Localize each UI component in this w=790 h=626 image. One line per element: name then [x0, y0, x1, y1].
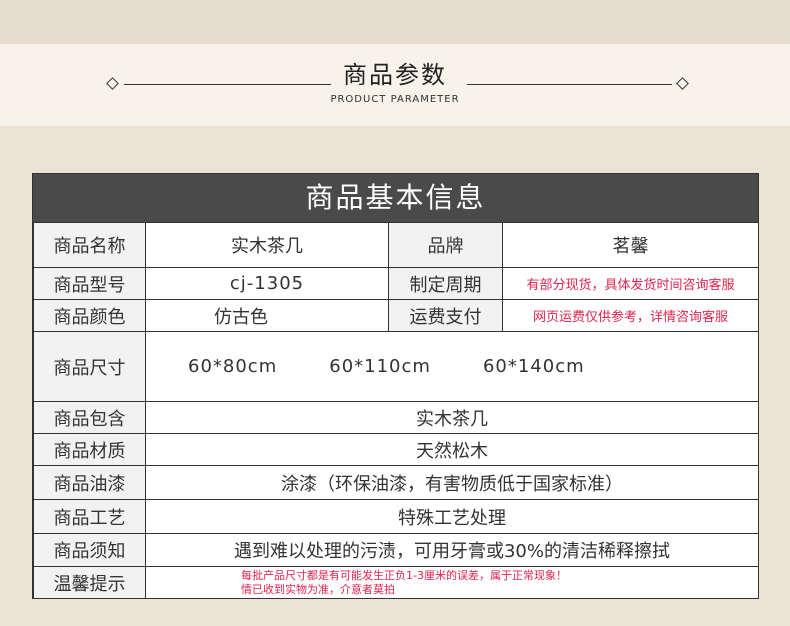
section-title: 商品参数 PRODUCT PARAMETER	[0, 60, 790, 106]
package-label: 商品包含	[33, 401, 146, 434]
model-value: cj-1305	[145, 267, 389, 300]
cycle-label: 制定周期	[388, 267, 503, 300]
name-value: 实木茶几	[145, 222, 389, 268]
name-label: 商品名称	[33, 222, 146, 268]
material-value: 天然松木	[145, 433, 759, 466]
table-row: 商品型号 cj-1305 制定周期 有部分现货，具体发货时间咨询客服	[33, 267, 759, 300]
cycle-value: 有部分现货，具体发货时间咨询客服	[502, 267, 759, 300]
table-row: 商品尺寸 60*80cm 60*110cm 60*140cm	[33, 331, 759, 402]
freight-label: 运费支付	[388, 299, 503, 332]
top-band	[0, 0, 790, 44]
size-option: 60*110cm	[329, 356, 431, 377]
material-label: 商品材质	[33, 433, 146, 466]
craft-value: 特殊工艺处理	[145, 499, 759, 534]
tip-value: 每批产品尺寸都是有可能发生正负1-3厘米的误差，属于正常现象！ 情已收到实物为准…	[145, 566, 759, 599]
size-option: 60*140cm	[482, 356, 585, 377]
section-title-en: PRODUCT PARAMETER	[330, 94, 460, 105]
model-label: 商品型号	[33, 267, 146, 300]
table-row: 商品包含 实木茶几	[33, 401, 759, 434]
size-values: 60*80cm 60*110cm 60*140cm	[145, 331, 759, 402]
section-title-cn: 商品参数	[343, 61, 447, 89]
table-row: 商品工艺 特殊工艺处理	[33, 499, 759, 534]
notice-value: 遇到难以处理的污渍，可用牙膏或30%的清洁稀释擦拭	[145, 533, 759, 567]
package-value: 实木茶几	[145, 401, 759, 434]
table-row: 温馨提示 每批产品尺寸都是有可能发生正负1-3厘米的误差，属于正常现象！ 情已收…	[33, 566, 759, 599]
color-value: 仿古色	[145, 299, 389, 332]
size-label: 商品尺寸	[33, 331, 146, 402]
color-label: 商品颜色	[33, 299, 146, 332]
freight-value: 网页运费仅供参考，详情咨询客服	[502, 299, 759, 332]
notice-label: 商品须知	[33, 533, 146, 567]
paint-value: 涂漆（环保油漆，有害物质低于国家标准）	[145, 465, 759, 500]
craft-label: 商品工艺	[33, 499, 146, 534]
table-row: 商品名称 实木茶几 品牌 茗馨	[33, 222, 759, 268]
paint-label: 商品油漆	[33, 465, 146, 500]
brand-value: 茗馨	[502, 222, 759, 268]
param-table: 商品基本信息 商品名称 实木茶几 品牌 茗馨 商品型号 cj-1305 制定周期…	[32, 173, 759, 599]
size-list: 60*80cm 60*110cm 60*140cm	[147, 356, 758, 377]
table-row: 商品材质 天然松木	[33, 433, 759, 466]
table-row: 商品须知 遇到难以处理的污渍，可用牙膏或30%的清洁稀释擦拭	[33, 533, 759, 567]
table-row: 商品颜色 仿古色 运费支付 网页运费仅供参考，详情咨询客服	[33, 299, 759, 332]
param-grid: 商品名称 实木茶几 品牌 茗馨 商品型号 cj-1305 制定周期 有部分现货，…	[33, 222, 759, 599]
size-option: 60*80cm	[188, 356, 278, 377]
table-banner: 商品基本信息	[33, 174, 758, 222]
tip-line-2: 情已收到实物为准，介意者莫拍	[241, 582, 395, 596]
brand-label: 品牌	[388, 222, 503, 268]
tip-line-1: 每批产品尺寸都是有可能发生正负1-3厘米的误差，属于正常现象！	[241, 568, 567, 582]
table-row: 商品油漆 涂漆（环保油漆，有害物质低于国家标准）	[33, 465, 759, 500]
tip-label: 温馨提示	[33, 566, 146, 599]
